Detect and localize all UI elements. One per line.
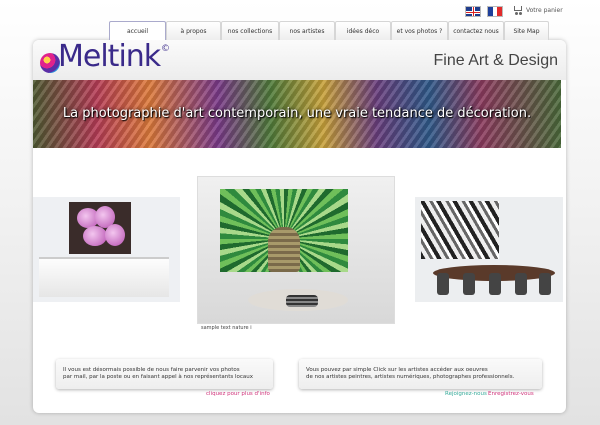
tab-site-map[interactable]: Site Map — [504, 21, 549, 40]
orchid-artwork — [69, 202, 131, 254]
info-right-line2: de nos artistes peintres, artistes numér… — [306, 374, 515, 380]
info-box-artists: Vous pouvez par simple Click sur les art… — [299, 359, 542, 389]
fr-flag-icon[interactable] — [487, 6, 503, 17]
tab-nos-collections[interactable]: nos collections — [221, 21, 279, 40]
gallery-photo-left[interactable] — [33, 197, 180, 302]
main-nav: accueil à propos nos collections nos art… — [109, 21, 549, 40]
tagline: Fine Art & Design — [433, 52, 559, 69]
palm-artwork — [220, 189, 348, 272]
more-info-link[interactable]: cliquez pour plus d'info — [206, 391, 270, 397]
tab-a-propos[interactable]: à propos — [166, 21, 221, 40]
info-left-line2: par mail, par la poste ou en faisant app… — [63, 374, 254, 380]
banner-text: La photographie d'art contemporain, une … — [62, 106, 532, 121]
info-right-line1: Vous pouvez par simple Click sur les art… — [306, 367, 488, 373]
tab-accueil[interactable]: accueil — [109, 21, 166, 40]
tab-nos-artistes[interactable]: nos artistes — [279, 21, 335, 40]
gallery-caption: sample text nature i — [201, 325, 252, 331]
cart-icon — [512, 5, 523, 15]
cart-label: Votre panier — [526, 6, 563, 14]
logo-copyright: © — [161, 44, 170, 54]
join-us-link[interactable]: Rejoignez-nous — [445, 391, 487, 397]
leaves-artwork — [421, 201, 499, 259]
tab-contactez-nous[interactable]: contactez nous — [448, 21, 504, 40]
cushion — [286, 295, 318, 307]
gallery-photo-center[interactable] — [197, 176, 395, 324]
white-cabinet — [39, 257, 169, 297]
logo[interactable]: Meltink © — [40, 39, 180, 75]
gallery-photo-right[interactable] — [415, 197, 563, 302]
logo-ball-icon — [40, 53, 60, 73]
hero-banner: La photographie d'art contemporain, une … — [33, 80, 561, 148]
info-box-photos: Il vous est désormais possible de nous f… — [56, 359, 273, 389]
register-link[interactable]: Enregistrez-vous — [488, 391, 534, 397]
tab-et-vos-photos[interactable]: et vos photos ? — [391, 21, 448, 40]
uk-flag-icon[interactable] — [465, 6, 481, 17]
cart-link[interactable]: Votre panier — [512, 5, 563, 15]
top-bar: Votre panier — [0, 4, 600, 20]
info-left-line1: Il vous est désormais possible de nous f… — [63, 367, 240, 373]
tab-idees-deco[interactable]: idées déco — [335, 21, 391, 40]
logo-text: Meltink — [58, 39, 161, 74]
